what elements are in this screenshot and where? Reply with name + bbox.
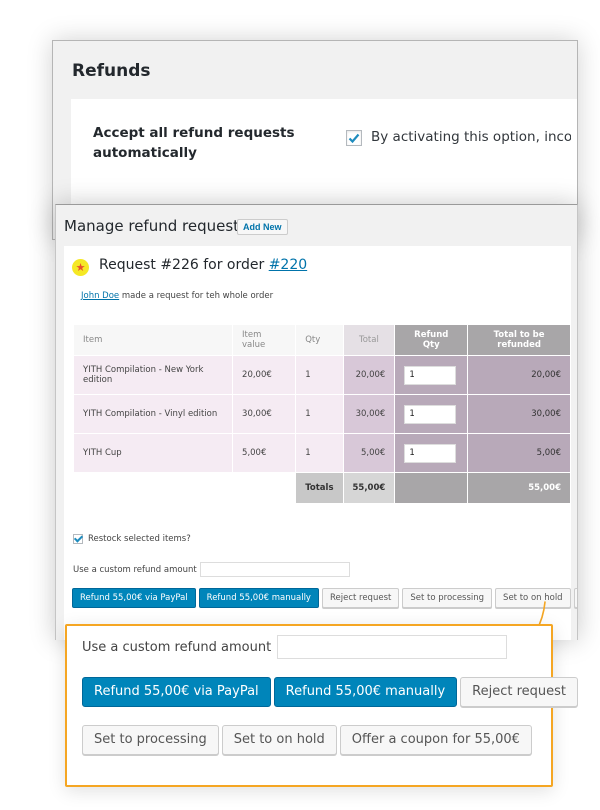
refund-qty-input[interactable] — [404, 443, 457, 463]
secondary-actions-large: Set to processing Set to on hold Offer a… — [82, 725, 532, 755]
set-processing-button[interactable]: Set to processing — [402, 588, 493, 608]
totals-total: 55,00€ — [343, 473, 395, 503]
offer-coupon-button[interactable]: Offer a — [573, 588, 577, 608]
refund-paypal-button-large[interactable]: Refund 55,00€ via PayPal — [82, 677, 271, 707]
totals-to-refund: 55,00€ — [468, 473, 570, 503]
offer-coupon-button-large[interactable]: Offer a coupon for 55,00€ — [339, 725, 532, 755]
request-title-text: Request #226 for order — [99, 257, 269, 273]
item-name: YITH Cup — [74, 434, 233, 472]
item-name: YITH Compilation - Vinyl edition — [74, 395, 233, 433]
col-total-to-refund: Total to be refunded — [468, 325, 570, 355]
reject-request-button-large[interactable]: Reject request — [460, 677, 579, 707]
customer-link[interactable]: John Doe — [81, 291, 119, 301]
col-item-value: Item value — [233, 325, 296, 355]
zoomed-actions-callout: Use a custom refund amount Refund 55,00€… — [65, 624, 579, 787]
checkmark-icon — [348, 133, 360, 144]
col-qty: Qty — [296, 325, 343, 355]
custom-amount-input-large[interactable] — [277, 635, 508, 659]
restock-checkbox[interactable] — [73, 534, 83, 544]
item-value: 20,00€ — [233, 356, 296, 394]
item-qty: 1 — [296, 395, 343, 433]
manage-refund-panel: Manage refund request Add New ★ Request … — [55, 204, 578, 640]
item-value: 30,00€ — [233, 395, 296, 433]
table-row: YITH Cup 5,00€ 1 5,00€ 5,00€ — [74, 434, 570, 472]
item-to-refund: 30,00€ — [468, 395, 570, 433]
request-description-text: made a request for teh whole order — [119, 291, 274, 301]
refund-request-card: ★ Request #226 for order #220 John Doe m… — [64, 246, 577, 640]
refund-items-table: Item Item value Qty Total Refund Qty Tot… — [73, 324, 571, 504]
empty-cell — [233, 473, 295, 503]
item-to-refund: 5,00€ — [468, 434, 570, 472]
custom-amount-input[interactable] — [199, 562, 350, 577]
totals-row: Totals 55,00€ 55,00€ — [74, 473, 570, 503]
refund-qty-cell — [395, 356, 468, 394]
restock-option: Restock selected items? — [73, 534, 191, 544]
star-icon: ★ — [72, 259, 89, 276]
restock-label: Restock selected items? — [88, 534, 191, 544]
primary-actions-large: Refund 55,00€ via PayPal Refund 55,00€ m… — [82, 677, 579, 707]
item-total: 20,00€ — [343, 356, 395, 394]
item-total: 30,00€ — [343, 395, 395, 433]
item-total: 5,00€ — [343, 434, 395, 472]
refund-qty-input[interactable] — [404, 404, 457, 424]
col-refund-qty: Refund Qty — [395, 325, 468, 355]
refund-paypal-button[interactable]: Refund 55,00€ via PayPal — [72, 588, 196, 608]
auto-accept-checkbox[interactable] — [346, 130, 362, 146]
auto-accept-label: Accept all refund requests automatically — [93, 125, 295, 161]
totals-label: Totals — [296, 473, 343, 503]
item-to-refund: 20,00€ — [468, 356, 570, 394]
item-qty: 1 — [296, 434, 343, 472]
page-title: Manage refund request — [64, 217, 240, 235]
set-processing-button-large[interactable]: Set to processing — [82, 725, 219, 755]
col-item: Item — [74, 325, 233, 355]
refund-manually-button-large[interactable]: Refund 55,00€ manually — [273, 677, 458, 707]
refund-qty-cell — [395, 395, 468, 433]
empty-cell — [74, 473, 232, 503]
col-total: Total — [343, 325, 395, 355]
refund-qty-cell — [395, 434, 468, 472]
custom-amount-label: Use a custom refund amount — [73, 564, 197, 575]
auto-accept-description: By activating this option, inco — [371, 129, 571, 145]
table-row: YITH Compilation - Vinyl edition 30,00€ … — [74, 395, 570, 433]
set-on-hold-button-large[interactable]: Set to on hold — [221, 725, 337, 755]
table-row: YITH Compilation - New York edition 20,0… — [74, 356, 570, 394]
request-title: Request #226 for order #220 — [99, 257, 307, 273]
reject-request-button[interactable]: Reject request — [321, 588, 400, 608]
refund-manually-button[interactable]: Refund 55,00€ manually — [198, 588, 319, 608]
custom-amount-label-large: Use a custom refund amount — [82, 639, 272, 655]
custom-amount-row: Use a custom refund amount — [73, 562, 350, 577]
item-name: YITH Compilation - New York edition — [74, 356, 233, 394]
section-title: Refunds — [72, 61, 151, 81]
custom-amount-row-large: Use a custom refund amount — [82, 635, 508, 659]
item-value: 5,00€ — [233, 434, 296, 472]
order-link[interactable]: #220 — [269, 257, 307, 273]
refund-qty-input[interactable] — [404, 365, 457, 385]
request-description: John Doe made a request for teh whole or… — [81, 291, 273, 301]
add-new-button[interactable]: Add New — [237, 219, 288, 235]
totals-refund-qty — [395, 473, 468, 503]
settings-card: Accept all refund requests automatically… — [71, 99, 577, 209]
item-qty: 1 — [296, 356, 343, 394]
